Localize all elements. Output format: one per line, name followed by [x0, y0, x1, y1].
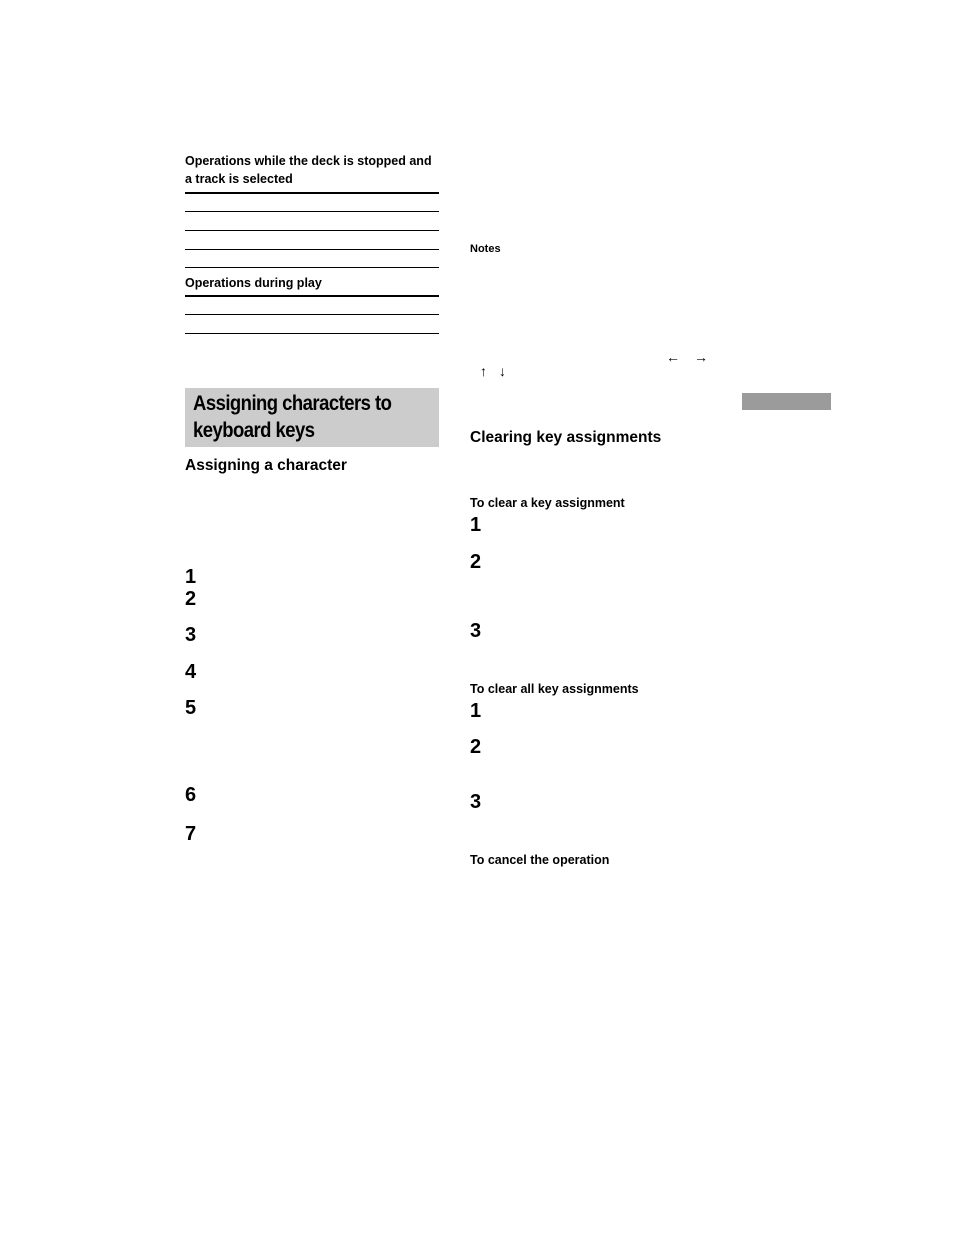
step-number: 3	[185, 624, 197, 646]
step-number: 6	[185, 784, 197, 806]
step-number: 1	[185, 566, 197, 588]
table-row-divider	[185, 211, 439, 212]
step-number: 1	[470, 700, 482, 722]
side-tab-marker	[742, 393, 831, 410]
step-number: 1	[470, 514, 482, 536]
step-number: 2	[470, 551, 482, 573]
step-number: 7	[185, 823, 197, 845]
arrow-left-icon: ←	[666, 349, 680, 365]
clear-all-heading: To clear all key assignments	[470, 682, 639, 696]
arrow-down-icon: ↓	[499, 363, 506, 379]
table-row-divider	[185, 333, 439, 334]
step-number: 2	[470, 736, 482, 758]
arrow-right-icon: →	[694, 349, 708, 365]
table-row-divider	[185, 249, 439, 250]
step-number: 4	[185, 661, 197, 683]
step-number: 2	[185, 588, 197, 610]
table-heading-stopped: Operations while the deck is stopped and…	[185, 154, 432, 186]
section-title-line-2: keyboard keys	[193, 419, 315, 442]
step-number: 3	[470, 620, 482, 642]
step-number: 5	[185, 697, 197, 719]
section-title-line-1: Assigning characters to	[193, 392, 392, 415]
table-row-divider	[185, 314, 439, 315]
clearing-heading: Clearing key assignments	[470, 429, 662, 446]
table-row-divider	[185, 230, 439, 231]
section-title: Assigning characters to keyboard keys	[185, 388, 439, 447]
table-heading-play: Operations during play	[185, 276, 322, 290]
table-rule-header	[185, 192, 439, 194]
step-number: 3	[470, 791, 482, 813]
clear-one-heading: To clear a key assignment	[470, 496, 625, 510]
notes-label: Notes	[470, 243, 501, 255]
cancel-heading: To cancel the operation	[470, 853, 610, 867]
arrow-up-icon: ↑	[480, 363, 487, 379]
table-row-divider	[185, 267, 439, 268]
table-rule-header	[185, 295, 439, 297]
subsection-heading: Assigning a character	[185, 457, 347, 474]
